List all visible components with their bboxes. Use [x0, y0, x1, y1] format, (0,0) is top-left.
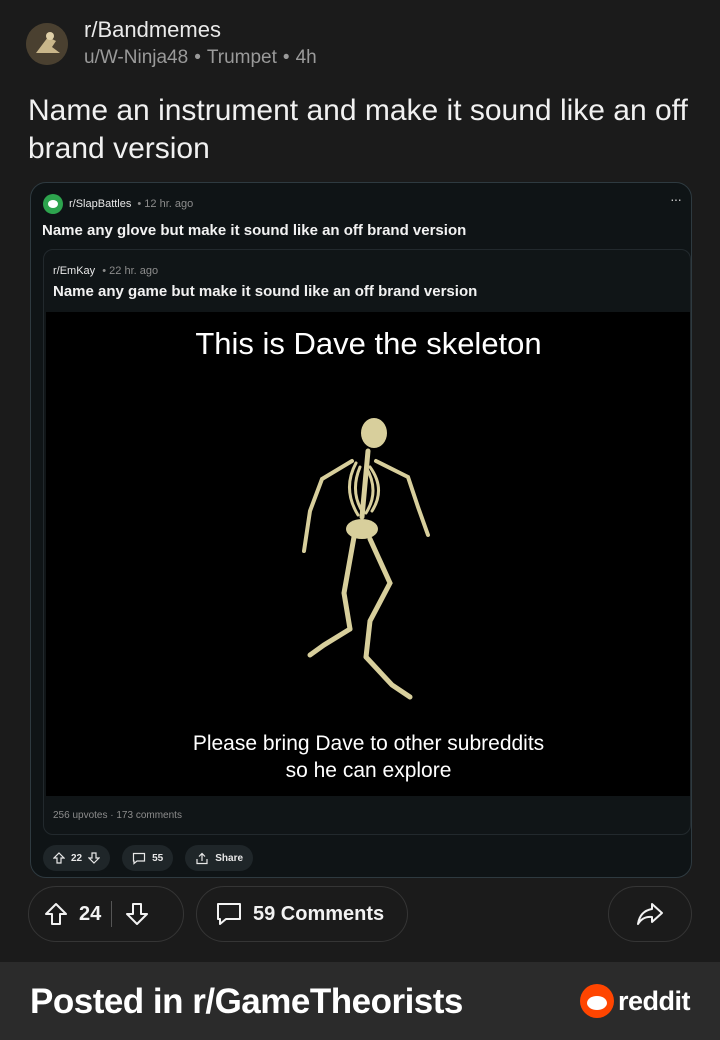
- avatar-icon: [26, 23, 68, 65]
- post-title[interactable]: Name an instrument and make it sound lik…: [28, 92, 692, 168]
- meme-top-caption: This is Dave the skeleton: [195, 326, 542, 361]
- upvote-icon: [53, 852, 65, 864]
- inner-title: Name any game but make it sound like an …: [53, 283, 478, 300]
- post-age: 4h: [295, 47, 317, 68]
- reddit-post: r/Bandmemes u/W-Ninja48 • Trumpet • 4h Name …: [0, 0, 720, 962]
- dancing-skeleton-icon: [302, 418, 430, 700]
- meme-image: This is Dave the skeleton Please bring D…: [46, 312, 690, 796]
- more-options-icon: ···: [670, 191, 682, 207]
- embed-share-label: Share: [215, 852, 244, 864]
- footer-banner: Posted in r/GameTheorists reddit: [0, 962, 720, 1040]
- subreddit-link[interactable]: r/Bandmemes: [84, 17, 317, 43]
- snoo-icon: [43, 194, 63, 214]
- post-header: r/Bandmemes u/W-Ninja48 • Trumpet • 4h: [26, 17, 317, 70]
- upvote-icon[interactable]: [43, 901, 69, 927]
- embed-comment-count: 55: [152, 852, 164, 864]
- inner-crosspost: r/EmKay • 22 hr. ago Name any game but m…: [43, 249, 691, 835]
- vote-pill: 24: [28, 886, 184, 942]
- comments-button[interactable]: 59 Comments: [196, 886, 408, 942]
- embed-subreddit: r/SlapBattles: [69, 198, 132, 210]
- embed-comment-pill: 55: [122, 845, 174, 871]
- meme-bottom-caption: Please bring Dave to other subreddits so…: [192, 732, 545, 782]
- downvote-icon[interactable]: [124, 901, 150, 927]
- embed-header: r/SlapBattles • 12 hr. ago: [43, 193, 193, 215]
- post-meta: u/W-Ninja48 • Trumpet • 4h: [84, 47, 317, 68]
- embed-share-pill: Share: [185, 845, 254, 871]
- comment-icon: [217, 903, 241, 925]
- embed-actions: 22 55 Share: [43, 845, 254, 871]
- comment-icon: [133, 852, 146, 865]
- posted-in-text: Posted in r/GameTheorists: [30, 982, 463, 1021]
- embed-age: 12 hr. ago: [144, 198, 194, 210]
- subreddit-avatar[interactable]: [26, 23, 68, 65]
- inner-header: r/EmKay • 22 hr. ago: [53, 265, 159, 277]
- share-button[interactable]: [608, 886, 692, 942]
- inner-age: 22 hr. ago: [109, 265, 159, 277]
- user-flair: Trumpet: [206, 47, 277, 68]
- downvote-icon: [88, 852, 101, 864]
- reddit-snoo-icon: [580, 984, 614, 1018]
- embed-vote-count: 22: [71, 852, 83, 864]
- embed-title: Name any glove but make it sound like an…: [42, 222, 467, 239]
- share-icon: [196, 852, 208, 864]
- reddit-logo: reddit: [580, 984, 691, 1018]
- inner-stats: 256 upvotes · 173 comments: [53, 810, 182, 821]
- embed-vote-pill: 22: [43, 845, 111, 871]
- inner-subreddit: r/EmKay: [53, 265, 96, 277]
- post-actions: 24 59 Comments: [28, 886, 408, 942]
- share-icon: [637, 903, 663, 925]
- reddit-wordmark: reddit: [618, 985, 691, 1016]
- embedded-screenshot[interactable]: r/SlapBattles • 12 hr. ago ··· Name any …: [30, 182, 692, 878]
- comments-label: 59 Comments: [253, 902, 385, 925]
- upvote-count: 24: [79, 902, 102, 925]
- vote-divider: [111, 901, 113, 927]
- author-link[interactable]: u/W-Ninja48: [84, 47, 188, 68]
